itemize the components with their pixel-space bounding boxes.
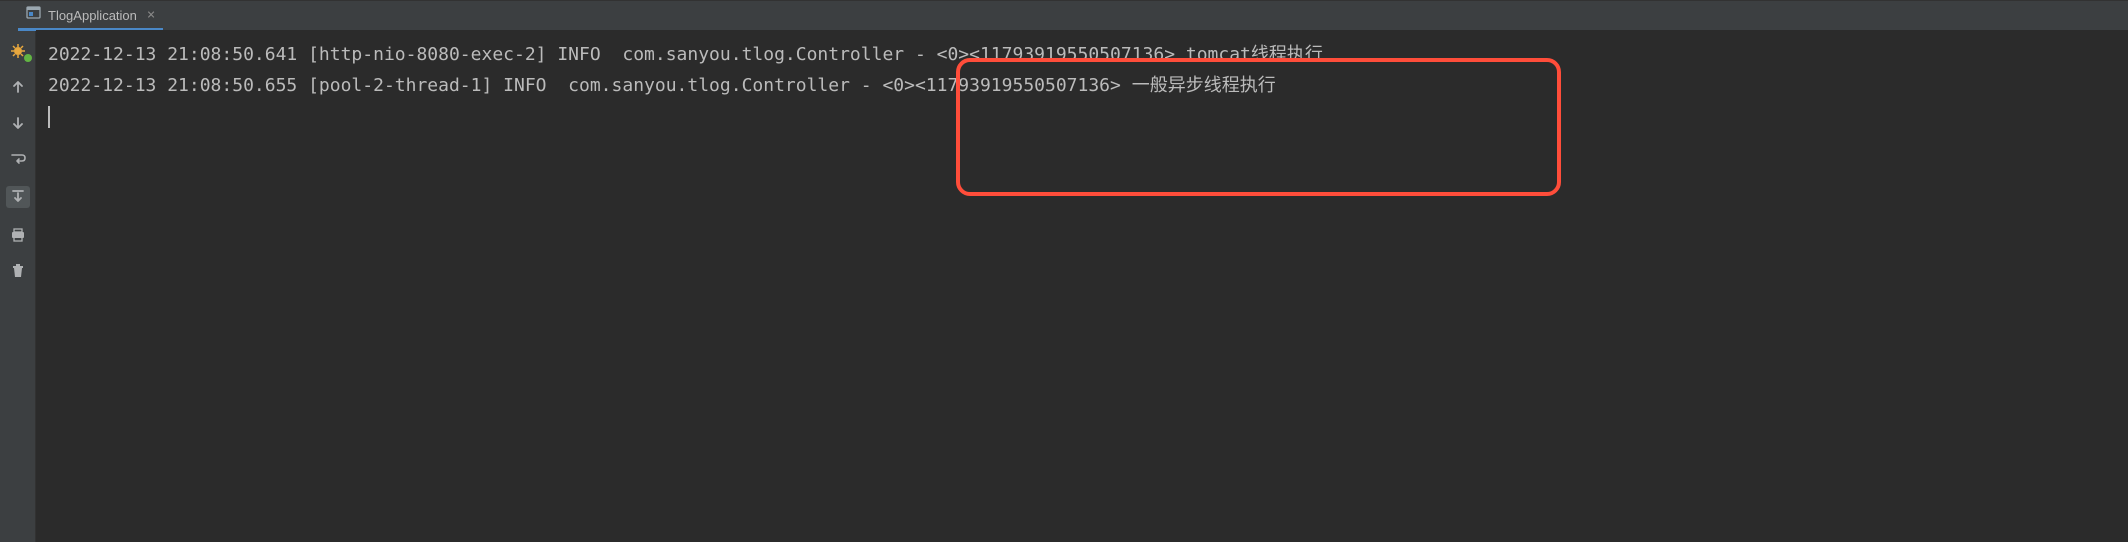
debug-icon[interactable] bbox=[8, 42, 28, 60]
tab-bar: TlogApplication × bbox=[0, 0, 2128, 30]
text-cursor bbox=[48, 106, 50, 128]
log-line: 2022-12-13 21:08:50.641 [http-nio-8080-e… bbox=[48, 40, 2116, 71]
running-indicator-icon bbox=[24, 54, 32, 62]
log-line: 2022-12-13 21:08:50.655 [pool-2-thread-1… bbox=[48, 71, 2116, 102]
gutter-toolbar bbox=[0, 30, 36, 542]
tab-label: TlogApplication bbox=[48, 8, 137, 23]
scroll-down-icon[interactable] bbox=[8, 114, 28, 132]
trash-icon[interactable] bbox=[8, 262, 28, 280]
soft-wrap-icon[interactable] bbox=[8, 150, 28, 168]
scroll-to-end-icon[interactable] bbox=[6, 186, 30, 208]
print-icon[interactable] bbox=[8, 226, 28, 244]
tab-tlog-application[interactable]: TlogApplication × bbox=[18, 2, 163, 31]
close-icon[interactable]: × bbox=[147, 7, 155, 23]
main-area: 2022-12-13 21:08:50.641 [http-nio-8080-e… bbox=[0, 30, 2128, 542]
run-config-icon bbox=[26, 5, 42, 25]
scroll-up-icon[interactable] bbox=[8, 78, 28, 96]
console-output[interactable]: 2022-12-13 21:08:50.641 [http-nio-8080-e… bbox=[36, 30, 2128, 542]
